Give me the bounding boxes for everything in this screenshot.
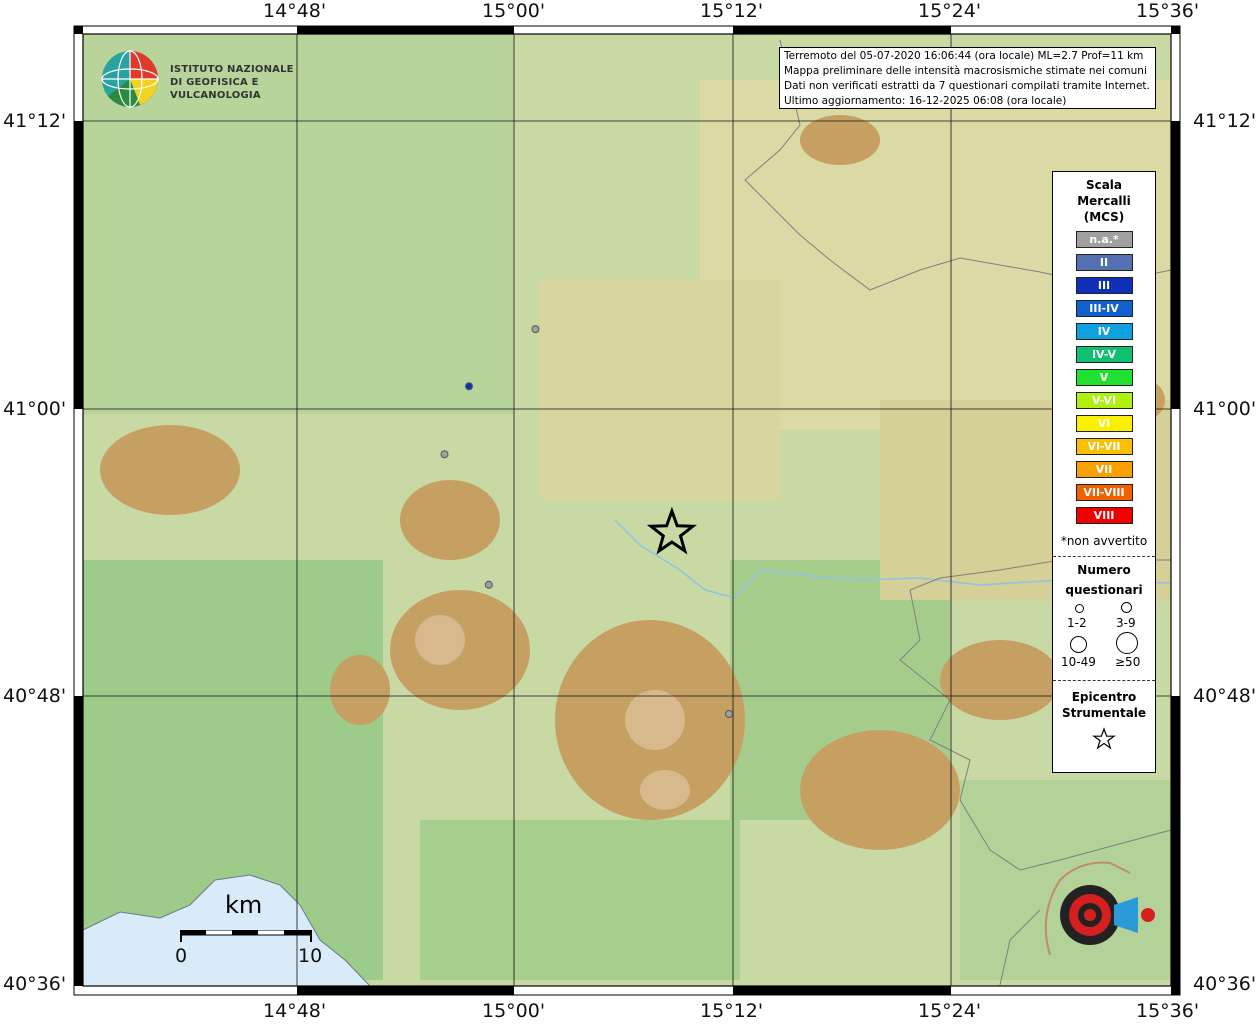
scale-unit: km xyxy=(225,891,263,919)
event-info-line4: Ultimo aggiornamento: 16-12-2025 06:08 (… xyxy=(784,95,1067,107)
top-tick-1: 14°48' xyxy=(263,0,327,22)
legend-swatch: II xyxy=(1075,254,1133,271)
size-label-2: 3-9 xyxy=(1116,616,1136,630)
legend-title-line2: Mercalli xyxy=(1077,194,1131,208)
count-title-line1: Numero xyxy=(1077,563,1131,577)
size-circle-large xyxy=(1070,636,1087,653)
event-info-line1: Terremoto del 05-07-2020 16:06:44 (ora l… xyxy=(784,50,1144,62)
left-tick-4: 40°36' xyxy=(3,973,67,995)
scale-max-label: 10 xyxy=(298,945,323,967)
size-circle-medium xyxy=(1121,602,1132,613)
legend-count-title: Numero questionari xyxy=(1053,560,1155,600)
right-tick-4: 40°36' xyxy=(1193,973,1256,995)
observation-point[interactable] xyxy=(484,580,493,589)
top-tick-3: 15°12' xyxy=(700,0,764,22)
legend-epicenter-title: Epicentro Strumentale xyxy=(1053,689,1155,721)
count-title-line2: questionari xyxy=(1065,583,1143,597)
size-label-4: ≥50 xyxy=(1115,655,1141,669)
ingv-name-line2: DI GEOFISICA E VULCANOLOGIA xyxy=(170,77,261,101)
epicenter-title-line2: Strumentale xyxy=(1061,706,1147,720)
bottom-tick-2: 15°00' xyxy=(482,1000,546,1022)
right-tick-2: 41°00' xyxy=(1193,398,1256,420)
left-tick-2: 41°00' xyxy=(3,398,67,420)
top-tick-5: 15°36' xyxy=(1136,0,1200,22)
legend-swatch: IV-V xyxy=(1075,346,1133,363)
legend-title-line1: Scala xyxy=(1085,178,1123,192)
legend: Scala Mercalli (MCS) n.a.* II III III-IV IV I… xyxy=(1052,171,1156,773)
legend-intensity-swatches: n.a.* II III III-IV IV IV-V V V-VI VI VI-VII VII VI… xyxy=(1053,231,1155,524)
left-tick-1: 41°12' xyxy=(3,110,67,132)
legend-swatch: VIII xyxy=(1075,507,1133,524)
scale-bar xyxy=(180,930,312,942)
legend-swatch: V-VI xyxy=(1075,392,1133,409)
event-info-box: Terremoto del 05-07-2020 16:06:44 (ora l… xyxy=(779,47,1156,109)
legend-swatch: n.a.* xyxy=(1075,231,1133,248)
legend-swatch: III-IV xyxy=(1075,300,1133,317)
size-label-3: 10-49 xyxy=(1061,655,1096,669)
legend-divider-2 xyxy=(1053,680,1155,681)
epicenter-title-line1: Epicentro xyxy=(1071,690,1137,704)
size-circle-small xyxy=(1075,604,1084,613)
observation-point[interactable] xyxy=(725,710,734,718)
event-info-line3: Dati non verificati estratti da 7 questi… xyxy=(784,80,1150,92)
top-tick-2: 15°00' xyxy=(482,0,546,22)
legend-note: *non avvertito xyxy=(1060,534,1148,548)
legend-swatch: VII xyxy=(1075,461,1133,478)
bottom-tick-3: 15°12' xyxy=(700,1000,764,1022)
bottom-tick-4: 15°24' xyxy=(918,1000,982,1022)
legend-swatch: VI xyxy=(1075,415,1133,432)
ingv-logo: ISTITUTO NAZIONALE DI GEOFISICA E VULCAN… xyxy=(100,48,340,110)
observation-point[interactable] xyxy=(531,325,540,334)
legend-swatch: III xyxy=(1075,277,1133,294)
bottom-tick-1: 14°48' xyxy=(263,1000,327,1022)
observation-point[interactable] xyxy=(464,382,473,391)
legend-title-line3: (MCS) xyxy=(1083,210,1125,224)
haisentito-logo xyxy=(1044,861,1155,956)
legend-divider xyxy=(1053,556,1155,557)
scale-min-label: 0 xyxy=(175,945,188,967)
epicenter-legend-star-icon xyxy=(1092,727,1116,750)
legend-swatch: VII-VIII xyxy=(1075,484,1133,501)
left-tick-3: 40°48' xyxy=(3,685,67,707)
observation-point[interactable] xyxy=(440,450,449,459)
legend-title: Scala Mercalli (MCS) xyxy=(1053,177,1155,225)
top-tick-4: 15°24' xyxy=(918,0,982,22)
terrain-layer xyxy=(83,34,1171,986)
legend-swatch: IV xyxy=(1075,323,1133,340)
ingv-name-line1: ISTITUTO NAZIONALE xyxy=(170,64,294,75)
right-tick-1: 41°12' xyxy=(1193,110,1256,132)
right-tick-3: 40°48' xyxy=(1193,685,1256,707)
size-label-1: 1-2 xyxy=(1067,616,1087,630)
legend-swatch: VI-VII xyxy=(1075,438,1133,455)
globe-icon xyxy=(101,50,159,108)
count-size-legend: 1-2 3-9 10-49 ≥50 xyxy=(1053,600,1155,680)
event-info-line2: Mappa preliminare delle intensità macros… xyxy=(784,65,1147,77)
size-circle-xlarge xyxy=(1116,632,1138,654)
bottom-tick-5: 15°36' xyxy=(1136,1000,1200,1022)
legend-swatch: V xyxy=(1075,369,1133,386)
